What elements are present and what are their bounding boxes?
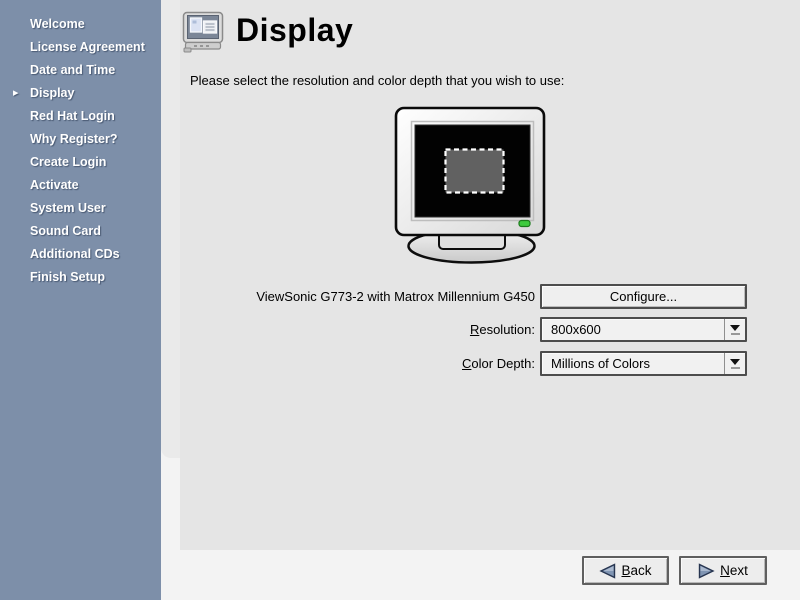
back-button[interactable]: Back — [582, 556, 669, 585]
chevron-down-icon — [730, 359, 740, 365]
resolution-label-mnemonic: R — [470, 322, 479, 337]
resolution-label-rest: esolution: — [479, 322, 535, 337]
next-arrow-icon — [698, 563, 715, 579]
sidebar-item-license-agreement: License Agreement — [0, 36, 161, 59]
sidebar-item-display-active: ▸ Display — [0, 82, 161, 105]
next-button-label: Next — [720, 563, 748, 578]
color-depth-label: Color Depth: — [462, 356, 535, 371]
dropdown-dash-icon — [731, 367, 740, 369]
color-depth-dropdown-arrow-button[interactable] — [724, 353, 745, 374]
resolution-dropdown[interactable]: 800x600 — [540, 317, 747, 342]
resolution-label: Resolution: — [470, 322, 535, 337]
resolution-dropdown-arrow-button[interactable] — [724, 319, 745, 340]
sidebar-item-activate: Activate — [0, 174, 161, 197]
sidebar-item-why-register: Why Register? — [0, 128, 161, 151]
next-rest: ext — [730, 563, 748, 578]
sidebar-item-red-hat-login: Red Hat Login — [0, 105, 161, 128]
color-depth-label-rest: olor Depth: — [471, 356, 535, 371]
active-step-arrow-icon: ▸ — [13, 82, 19, 105]
firstboot-display-screen: { "sidebar": { "items": [ "Welcome", "Li… — [0, 0, 800, 600]
sidebar-item-sound-card: Sound Card — [0, 220, 161, 243]
sidebar-item-create-login: Create Login — [0, 151, 161, 174]
sidebar-item-label: Display — [30, 86, 74, 100]
next-button[interactable]: Next — [679, 556, 767, 585]
configure-button[interactable]: Configure... — [540, 284, 747, 309]
back-button-label: Back — [621, 563, 651, 578]
sidebar-item-finish-setup: Finish Setup — [0, 266, 161, 289]
sidebar-item-system-user: System User — [0, 197, 161, 220]
color-depth-label-mnemonic: C — [462, 356, 471, 371]
chevron-down-icon — [730, 325, 740, 331]
configure-button-label: Configure... — [610, 289, 677, 304]
setup-steps-sidebar: Welcome License Agreement Date and Time … — [0, 0, 161, 600]
display-monitor-icon — [182, 11, 224, 58]
sidebar-item-additional-cds: Additional CDs — [0, 243, 161, 266]
page-subtitle: Please select the resolution and color d… — [190, 73, 564, 88]
back-arrow-icon — [599, 563, 616, 579]
sidebar-item-date-and-time: Date and Time — [0, 59, 161, 82]
page-title: Display — [236, 12, 353, 49]
monitor-illustration — [393, 104, 548, 272]
back-rest: ack — [631, 563, 652, 578]
next-mnemonic: N — [720, 563, 730, 578]
sidebar-item-welcome: Welcome — [0, 13, 161, 36]
resolution-dropdown-value: 800x600 — [542, 319, 724, 340]
content-left-strip — [161, 0, 180, 458]
color-depth-dropdown-value: Millions of Colors — [542, 353, 724, 374]
back-mnemonic: B — [621, 563, 630, 578]
dropdown-dash-icon — [731, 333, 740, 335]
resolution-preview-rect — [446, 150, 504, 193]
power-led — [519, 221, 530, 227]
device-description-label: ViewSonic G773-2 with Matrox Millennium … — [256, 289, 535, 304]
color-depth-dropdown[interactable]: Millions of Colors — [540, 351, 747, 376]
